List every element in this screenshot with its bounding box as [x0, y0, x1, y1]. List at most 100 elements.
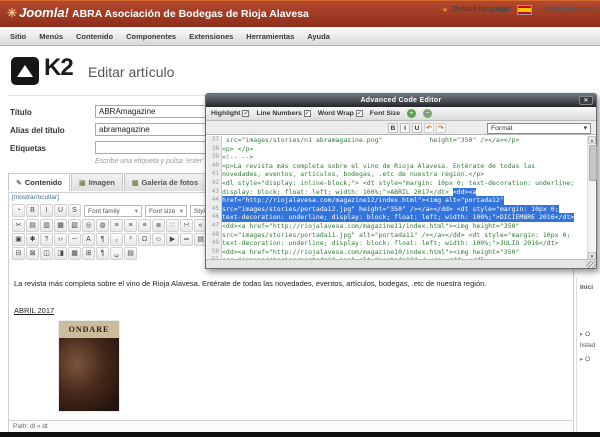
- code-line[interactable]: 41novedades, eventos, artículos, bodegas…: [207, 170, 595, 179]
- spanish-flag-icon[interactable]: [517, 5, 532, 15]
- scrollbar-thumb[interactable]: [589, 145, 597, 181]
- tab-label: Galería de fotos: [141, 178, 198, 187]
- menu-item[interactable]: Ayuda: [307, 32, 330, 41]
- format-dropdown[interactable]: Format▾: [487, 123, 591, 134]
- italic-button[interactable]: I: [40, 204, 53, 217]
- find-button[interactable]: ◎: [82, 219, 95, 232]
- line-number: 47: [207, 222, 222, 231]
- tab-item[interactable]: ▣ Imagen: [71, 173, 123, 191]
- font-size-decrease-button[interactable]: −: [423, 109, 432, 118]
- align-justify-button[interactable]: ≣: [152, 219, 165, 232]
- bold-button[interactable]: B: [388, 123, 398, 133]
- italic-button[interactable]: I: [400, 123, 410, 133]
- paste-button[interactable]: ▥: [40, 219, 53, 232]
- align-center-button[interactable]: ≡: [124, 219, 137, 232]
- underline-button[interactable]: U: [54, 204, 67, 217]
- tab-item[interactable]: ▦ Galería de fotos: [124, 173, 206, 191]
- code-line[interactable]: 45src="images/stories/portada12.jpg" hei…: [207, 205, 595, 214]
- code-line[interactable]: 40<p>La revista más completa sobre el vi…: [207, 162, 595, 171]
- menu-item[interactable]: Menús: [39, 32, 63, 41]
- merge-cells-button[interactable]: ◫: [40, 247, 53, 260]
- alias-label: Alias del título: [10, 126, 65, 135]
- align-right-button[interactable]: ≡: [138, 219, 151, 232]
- code-line[interactable]: 50<dd><a href="http://riojalavesa.com/ma…: [207, 248, 595, 257]
- checkbox-icon[interactable]: [242, 110, 249, 117]
- panel-item[interactable]: listad: [580, 342, 595, 349]
- nonbreaking-button[interactable]: ␣: [110, 247, 123, 260]
- undo-button[interactable]: ↶: [424, 123, 434, 133]
- image-button[interactable]: ▣: [12, 233, 25, 246]
- code-line[interactable]: 38<p> </p>: [207, 145, 595, 154]
- underline-button[interactable]: U: [412, 123, 422, 133]
- close-button[interactable]: ✕: [579, 96, 593, 105]
- tab-item[interactable]: ✎ Contenido: [8, 173, 70, 191]
- unordered-list-button[interactable]: ∷: [166, 219, 179, 232]
- font-family-dropdown[interactable]: Font family▾: [84, 205, 142, 217]
- checkbox-icon[interactable]: [356, 110, 363, 117]
- about-button[interactable]: ◔: [12, 204, 25, 217]
- scroll-up-arrow[interactable]: ▲: [588, 136, 596, 144]
- ordered-list-button[interactable]: ∺: [180, 219, 193, 232]
- paste-text-button[interactable]: ▦: [54, 219, 67, 232]
- menu-item[interactable]: Contenido: [76, 32, 113, 41]
- insert-row-button[interactable]: ⊟: [12, 247, 25, 260]
- title-label: Título: [10, 108, 32, 117]
- subscript-button[interactable]: ₂: [110, 233, 123, 246]
- font-size-dropdown[interactable]: Font size▾: [145, 205, 187, 217]
- paste-word-button[interactable]: ▧: [68, 219, 81, 232]
- code-text: <p> </p>: [222, 145, 253, 154]
- page-title: Editar artículo: [88, 64, 174, 80]
- magazine-cover-image[interactable]: ONDARE: [59, 321, 119, 411]
- code-line[interactable]: 37 src="images/stories/n1 abramagazine.p…: [207, 136, 595, 145]
- charmap-button[interactable]: Ω: [138, 233, 151, 246]
- code-line[interactable]: 48src="images/stories/portada11.jpg" alt…: [207, 231, 595, 240]
- table-props-button[interactable]: ⊞: [82, 247, 95, 260]
- code-text: display: block; float: left; width: 100%…: [222, 188, 453, 197]
- align-left-button[interactable]: ≡: [110, 219, 123, 232]
- code-line[interactable]: 46text-decoration: underline; display: b…: [207, 213, 595, 222]
- advhr-button[interactable]: ═: [180, 233, 193, 246]
- resize-grip[interactable]: [586, 261, 596, 268]
- checkbox-icon[interactable]: [304, 110, 311, 117]
- panel-item[interactable]: O: [580, 355, 590, 363]
- template-button[interactable]: ▤: [124, 247, 137, 260]
- emotions-button[interactable]: ☺: [152, 233, 165, 246]
- legacy-mode-label: Modo heredado: [545, 6, 597, 13]
- code-line[interactable]: 39<!-- -->: [207, 153, 595, 162]
- editor-content-area[interactable]: La revista más completa sobre el vino de…: [10, 261, 572, 420]
- strikethrough-button[interactable]: S: [68, 204, 81, 217]
- menu-item[interactable]: Herramientas: [246, 32, 294, 41]
- remove-format-button[interactable]: A: [82, 233, 95, 246]
- help-button[interactable]: ?: [40, 233, 53, 246]
- menu-item[interactable]: Componentes: [126, 32, 176, 41]
- dialog-title-bar[interactable]: Advanced Code Editor ✕: [206, 94, 596, 107]
- bold-button[interactable]: B: [26, 204, 39, 217]
- visualaid-button[interactable]: ¶: [96, 233, 109, 246]
- menu-item[interactable]: Extensiones: [189, 32, 233, 41]
- code-line[interactable]: 49text-decoration: underline; display: b…: [207, 239, 595, 248]
- cut-button[interactable]: ✂: [12, 219, 25, 232]
- menu-item[interactable]: Sitio: [10, 32, 26, 41]
- toggle-editor-link[interactable]: [mostrar/ocultar]: [12, 194, 59, 201]
- code-line[interactable]: 47<dd><a href="http://riojalavesa.com/ma…: [207, 222, 595, 231]
- delete-row-button[interactable]: ⊠: [26, 247, 39, 260]
- find-replace-button[interactable]: ◍: [96, 219, 109, 232]
- copy-button[interactable]: ▤: [26, 219, 39, 232]
- hr-button[interactable]: ─: [68, 233, 81, 246]
- code-line[interactable]: 43display: block; float: left; width: 10…: [207, 188, 595, 197]
- article-paragraph: La revista más completa sobre el vino de…: [14, 279, 568, 288]
- cell-props-button[interactable]: ▦: [68, 247, 81, 260]
- code-area[interactable]: 37 src="images/stories/n1 abramagazine.p…: [207, 136, 595, 260]
- cleanup-button[interactable]: ✱: [26, 233, 39, 246]
- code-scrollbar[interactable]: ▲ ▼: [587, 136, 595, 260]
- superscript-button[interactable]: ²: [124, 233, 137, 246]
- code-line[interactable]: 42<dl style="display: inline-block;"> <d…: [207, 179, 595, 188]
- media-button[interactable]: ▶: [166, 233, 179, 246]
- panel-item[interactable]: O: [580, 330, 590, 338]
- redo-button[interactable]: ↷: [436, 123, 446, 133]
- visualchars-button[interactable]: ¶: [96, 247, 109, 260]
- code-line[interactable]: 44href="http://riojalavesa.com/magazine1…: [207, 196, 595, 205]
- font-size-increase-button[interactable]: +: [407, 109, 416, 118]
- split-cells-button[interactable]: ◨: [54, 247, 67, 260]
- code-button[interactable]: ‹›: [54, 233, 67, 246]
